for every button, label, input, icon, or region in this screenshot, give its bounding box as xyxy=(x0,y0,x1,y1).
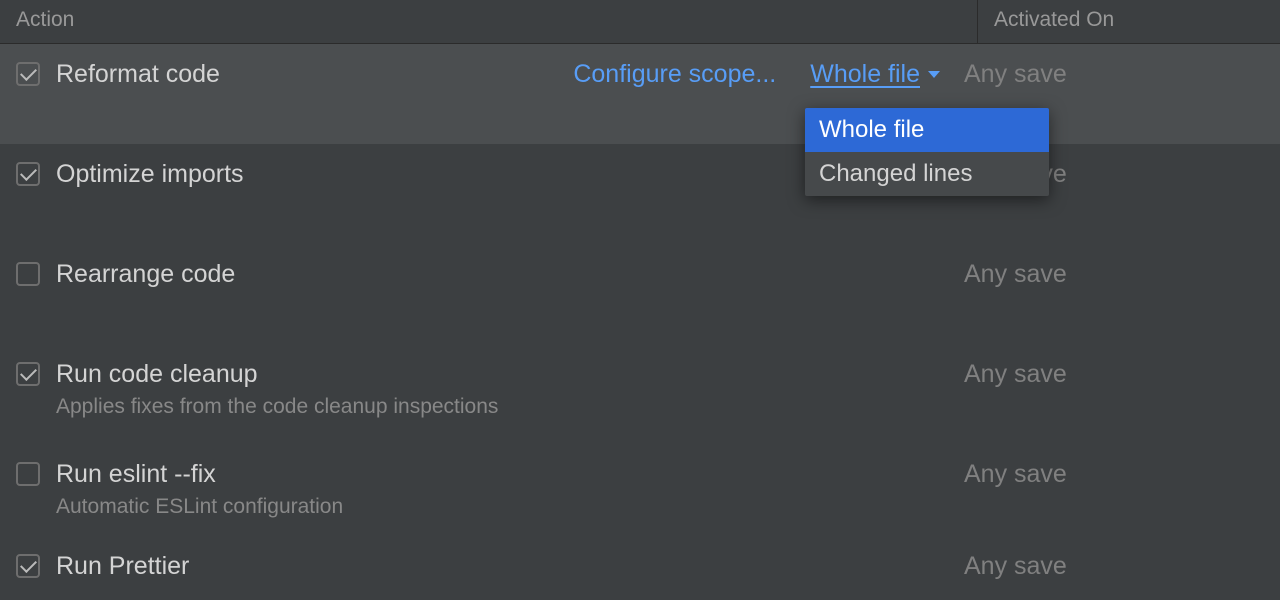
action-row-reformat-code: Reformat code Configure scope... Whole f… xyxy=(0,44,1280,144)
action-label: Run code cleanup xyxy=(56,360,258,388)
actions-on-save-table: Action Activated On Reformat code Config… xyxy=(0,0,1280,600)
action-row-run-prettier: Run Prettier Any save xyxy=(0,544,1280,594)
action-row-optimize-imports: Optimize imports Any save xyxy=(0,144,1280,244)
scope-dropdown[interactable]: Whole file xyxy=(810,60,940,89)
table-header: Action Activated On xyxy=(0,0,1280,44)
header-activated-on: Activated On xyxy=(978,0,1280,43)
action-label: Run eslint --fix xyxy=(56,460,216,488)
activated-on-value: Any save xyxy=(964,360,1264,389)
action-row-rearrange-code: Rearrange code Any save xyxy=(0,244,1280,344)
action-description: Applies fixes from the code cleanup insp… xyxy=(56,395,964,419)
activated-on-value: Any save xyxy=(964,260,1264,289)
checkbox-optimize-imports[interactable] xyxy=(16,162,40,186)
header-action: Action xyxy=(0,0,978,43)
checkbox-rearrange-code[interactable] xyxy=(16,262,40,286)
checkbox-run-code-cleanup[interactable] xyxy=(16,362,40,386)
scope-dropdown-value: Whole file xyxy=(810,60,920,89)
action-label: Reformat code xyxy=(56,60,220,89)
activated-on-value: Any save xyxy=(964,460,1264,489)
dropdown-option-changed-lines[interactable]: Changed lines xyxy=(805,152,1049,196)
action-description: Automatic ESLint configuration xyxy=(56,495,964,519)
chevron-down-icon xyxy=(928,71,940,78)
action-row-run-code-cleanup: Run code cleanup Applies fixes from the … xyxy=(0,344,1280,444)
activated-on-value: Any save xyxy=(964,60,1264,89)
checkbox-run-eslint-fix[interactable] xyxy=(16,462,40,486)
scope-dropdown-menu: Whole file Changed lines xyxy=(805,108,1049,196)
action-row-run-eslint-fix: Run eslint --fix Automatic ESLint config… xyxy=(0,444,1280,544)
activated-on-value: Any save xyxy=(964,552,1264,581)
checkbox-reformat-code[interactable] xyxy=(16,62,40,86)
action-label: Rearrange code xyxy=(56,260,235,288)
configure-scope-link[interactable]: Configure scope... xyxy=(573,60,776,89)
dropdown-option-whole-file[interactable]: Whole file xyxy=(805,108,1049,152)
action-label: Run Prettier xyxy=(56,552,189,580)
checkbox-run-prettier[interactable] xyxy=(16,554,40,578)
action-label: Optimize imports xyxy=(56,160,244,188)
